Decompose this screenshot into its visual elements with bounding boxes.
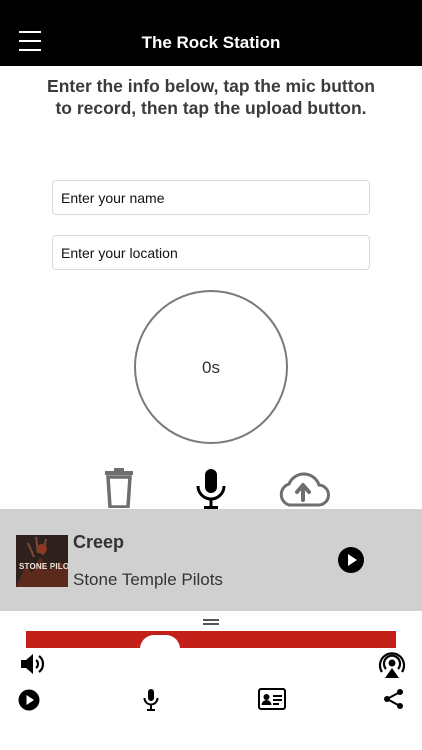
volume-icon[interactable]: [20, 652, 46, 676]
song-title: Creep: [73, 532, 125, 552]
airplay-icon[interactable]: [378, 651, 406, 679]
play-icon[interactable]: [338, 547, 364, 573]
panel-drag-handle[interactable]: [203, 619, 219, 625]
app-header: The Rock Station: [0, 0, 422, 66]
album-art: STONE PILOTS: [16, 535, 68, 587]
instructions-text: Enter the info below, tap the mic button…: [47, 76, 375, 118]
album-art-text: STONE PILOTS: [19, 562, 68, 571]
contact-card-icon[interactable]: [258, 688, 286, 710]
banner-image: [26, 631, 396, 648]
bottom-microphone-icon[interactable]: [143, 688, 159, 712]
header-title: The Rock Station: [141, 33, 281, 52]
bottom-play-icon[interactable]: [18, 689, 40, 711]
name-input[interactable]: [52, 180, 370, 215]
share-icon[interactable]: [383, 688, 405, 710]
song-artist: Stone Temple Pilots: [73, 570, 223, 589]
timer-value: 0s: [202, 358, 220, 377]
trash-icon[interactable]: [104, 468, 134, 508]
cloud-upload-icon[interactable]: [276, 472, 330, 508]
bottom-controls: [0, 648, 422, 750]
record-timer-circle: 0s: [134, 290, 288, 444]
now-playing-bar[interactable]: STONE PILOTS Creep Stone Temple Pilots: [0, 509, 422, 611]
microphone-icon[interactable]: [195, 468, 227, 510]
location-input[interactable]: [52, 235, 370, 270]
